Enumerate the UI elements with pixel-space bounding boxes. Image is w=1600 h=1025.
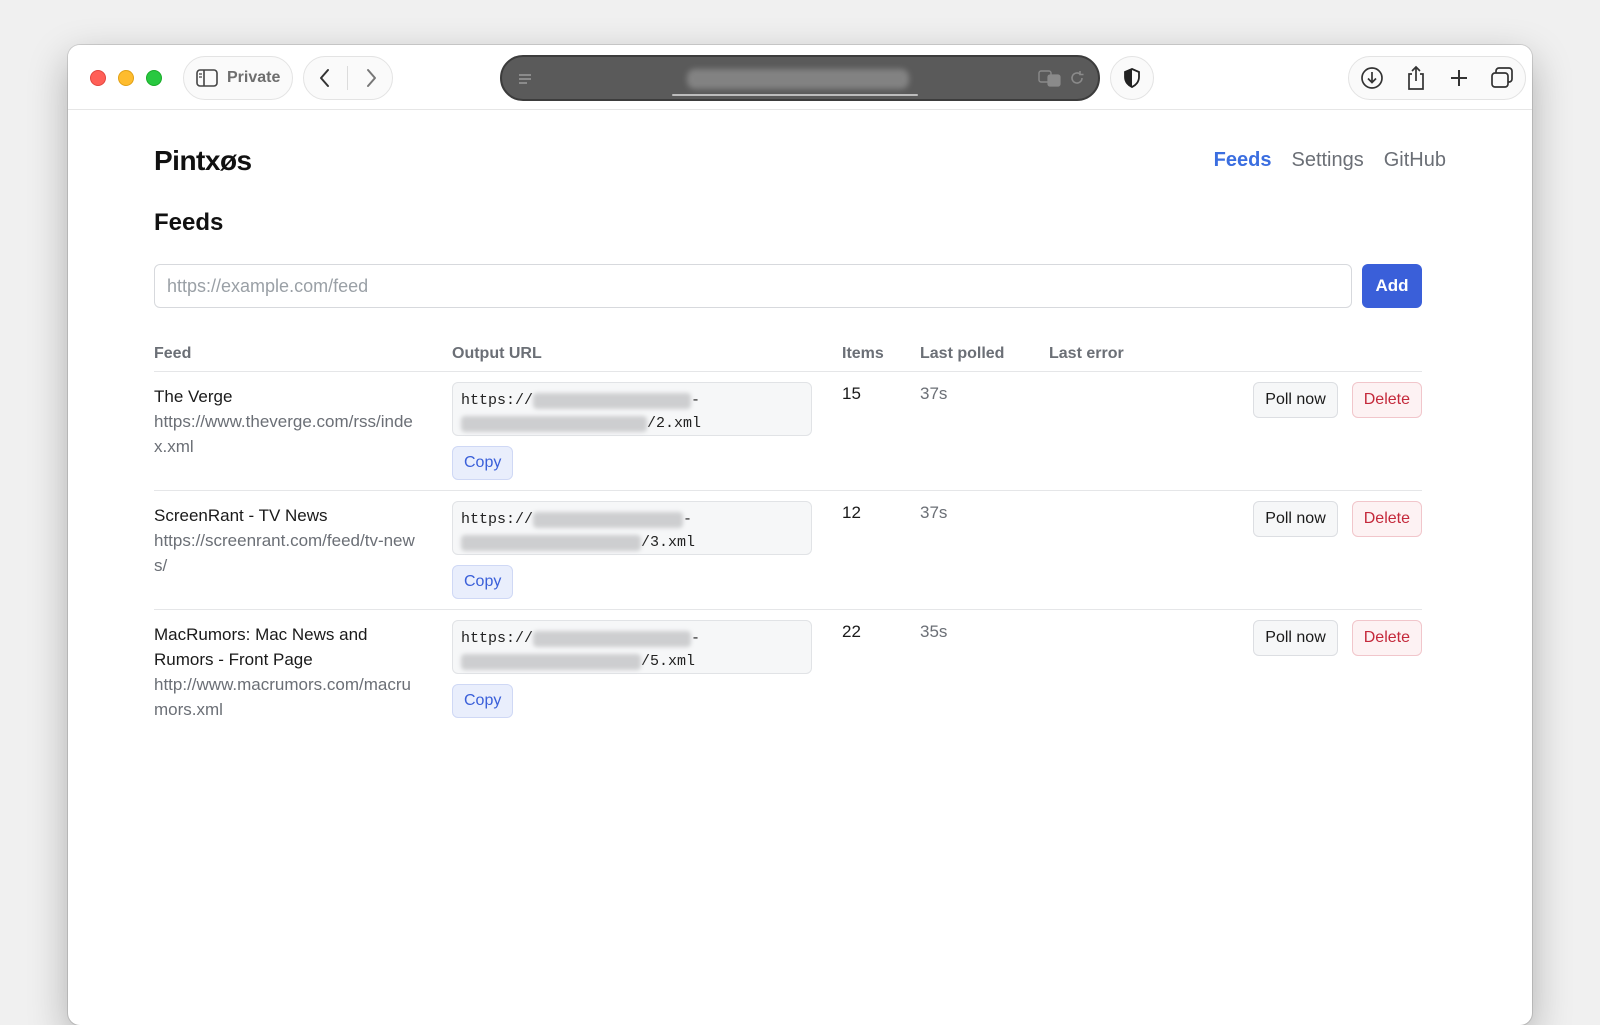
- poll-now-button[interactable]: Poll now: [1253, 620, 1338, 656]
- nav-settings-link[interactable]: Settings: [1291, 149, 1363, 172]
- output-url-redacted: [533, 511, 684, 528]
- delete-button[interactable]: Delete: [1351, 501, 1422, 537]
- output-url-redacted: [533, 392, 692, 409]
- output-url-suffix: 2.xml: [656, 415, 702, 432]
- header-items: Items: [842, 345, 884, 362]
- feed-source-url[interactable]: https://www.theverge.com/rss/index.xml: [154, 409, 424, 459]
- items-count: 22: [842, 622, 861, 641]
- output-url-redacted: [461, 534, 641, 551]
- row-actions: Poll now Delete: [1253, 620, 1422, 656]
- output-url-prefix: https://: [461, 392, 534, 409]
- last-polled: 37s: [920, 384, 948, 403]
- output-url-box: https://- /3.xml: [452, 501, 812, 555]
- feed-cell: ScreenRant - TV News https://screenrant.…: [154, 503, 424, 578]
- output-url-redacted: [461, 653, 641, 670]
- chevron-left-icon[interactable]: [318, 68, 332, 88]
- add-feed-button[interactable]: Add: [1362, 264, 1422, 308]
- app-brand[interactable]: Pintxøs: [154, 145, 252, 177]
- translate-icon[interactable]: [1038, 69, 1062, 87]
- feed-source-url[interactable]: https://screenrant.com/feed/tv-news/: [154, 528, 424, 578]
- browser-window: Private Pintxøs Feeds Settings GitHub Fe…: [68, 45, 1532, 1025]
- last-polled: 37s: [920, 503, 948, 522]
- feed-cell: The Verge https://www.theverge.com/rss/i…: [154, 384, 424, 459]
- header-feed: Feed: [154, 345, 192, 362]
- minimize-window-button[interactable]: [118, 70, 134, 86]
- output-url-suffix: 5.xml: [650, 653, 696, 670]
- feed-cell: MacRumors: Mac News and Rumors - Front P…: [154, 622, 424, 722]
- output-url-prefix: https://: [461, 630, 534, 647]
- poll-now-button[interactable]: Poll now: [1253, 501, 1338, 537]
- row-actions: Poll now Delete: [1253, 382, 1422, 418]
- items-count: 15: [842, 384, 861, 403]
- history-nav: [303, 56, 393, 100]
- output-url-cell: https://- /3.xml Copy: [452, 501, 812, 599]
- shield-icon: [1123, 68, 1141, 88]
- feeds-table: Feed Output URL Items Last polled Last e…: [154, 341, 1422, 740]
- copy-button[interactable]: Copy: [452, 684, 514, 718]
- output-url-redacted: [461, 415, 647, 432]
- plus-icon[interactable]: [1449, 68, 1469, 88]
- download-icon[interactable]: [1360, 66, 1384, 90]
- feed-url-input[interactable]: [154, 264, 1352, 308]
- row-actions: Poll now Delete: [1253, 501, 1422, 537]
- nav-feeds-link[interactable]: Feeds: [1214, 149, 1272, 172]
- header-last-error: Last error: [1049, 345, 1124, 362]
- output-url-prefix: https://: [461, 511, 534, 528]
- copy-button[interactable]: Copy: [452, 565, 514, 599]
- output-url-cell: https://- /5.xml Copy: [452, 620, 812, 718]
- output-url-line-tail: -: [691, 392, 701, 409]
- reload-icon[interactable]: [1068, 69, 1086, 87]
- output-url-line-tail: -: [683, 511, 693, 528]
- privacy-shield-button[interactable]: [1110, 56, 1154, 100]
- private-label: Private: [227, 69, 281, 86]
- delete-button[interactable]: Delete: [1351, 620, 1422, 656]
- zoom-window-button[interactable]: [146, 70, 162, 86]
- copy-button[interactable]: Copy: [452, 446, 514, 480]
- feed-title: The Verge: [154, 387, 233, 406]
- sidebar-icon: [196, 69, 218, 87]
- feed-source-url[interactable]: http://www.macrumors.com/macrumors.xml: [154, 672, 424, 722]
- feed-title: MacRumors: Mac News and Rumors - Front P…: [154, 625, 368, 669]
- nav-divider: [347, 66, 349, 90]
- table-row: The Verge https://www.theverge.com/rss/i…: [154, 372, 1422, 491]
- browser-actions: [1348, 56, 1526, 100]
- output-url-redacted: [533, 630, 692, 647]
- output-url-box: https://- /2.xml: [452, 382, 812, 436]
- header-last-polled: Last polled: [920, 345, 1005, 362]
- output-url-box: https://- /5.xml: [452, 620, 812, 674]
- table-header: Feed Output URL Items Last polled Last e…: [154, 341, 1422, 372]
- page-load-progress: [672, 94, 918, 96]
- top-nav: Feeds Settings GitHub: [1214, 149, 1446, 172]
- output-url-suffix: 3.xml: [650, 534, 696, 551]
- header-output-url: Output URL: [452, 345, 542, 362]
- page-title: Feeds: [154, 209, 224, 236]
- browser-toolbar: Private: [68, 45, 1532, 110]
- chevron-right-icon[interactable]: [364, 68, 378, 88]
- poll-now-button[interactable]: Poll now: [1253, 382, 1338, 418]
- page-content: Pintxøs Feeds Settings GitHub Feeds Add …: [68, 109, 1532, 1025]
- table-row: MacRumors: Mac News and Rumors - Front P…: [154, 610, 1422, 740]
- table-row: ScreenRant - TV News https://screenrant.…: [154, 491, 1422, 610]
- address-url-redacted: [687, 69, 909, 89]
- delete-button[interactable]: Delete: [1351, 382, 1422, 418]
- items-count: 12: [842, 503, 861, 522]
- address-bar[interactable]: [500, 55, 1100, 101]
- tabs-overview-icon[interactable]: [1490, 67, 1514, 89]
- reader-menu-icon[interactable]: [516, 70, 534, 88]
- output-url-cell: https://- /2.xml Copy: [452, 382, 812, 480]
- last-polled: 35s: [920, 622, 948, 641]
- share-icon[interactable]: [1405, 65, 1427, 91]
- sidebar-private-button[interactable]: Private: [183, 56, 293, 100]
- close-window-button[interactable]: [90, 70, 106, 86]
- feed-title: ScreenRant - TV News: [154, 506, 328, 525]
- output-url-line-tail: -: [691, 630, 701, 647]
- nav-github-link[interactable]: GitHub: [1384, 149, 1446, 172]
